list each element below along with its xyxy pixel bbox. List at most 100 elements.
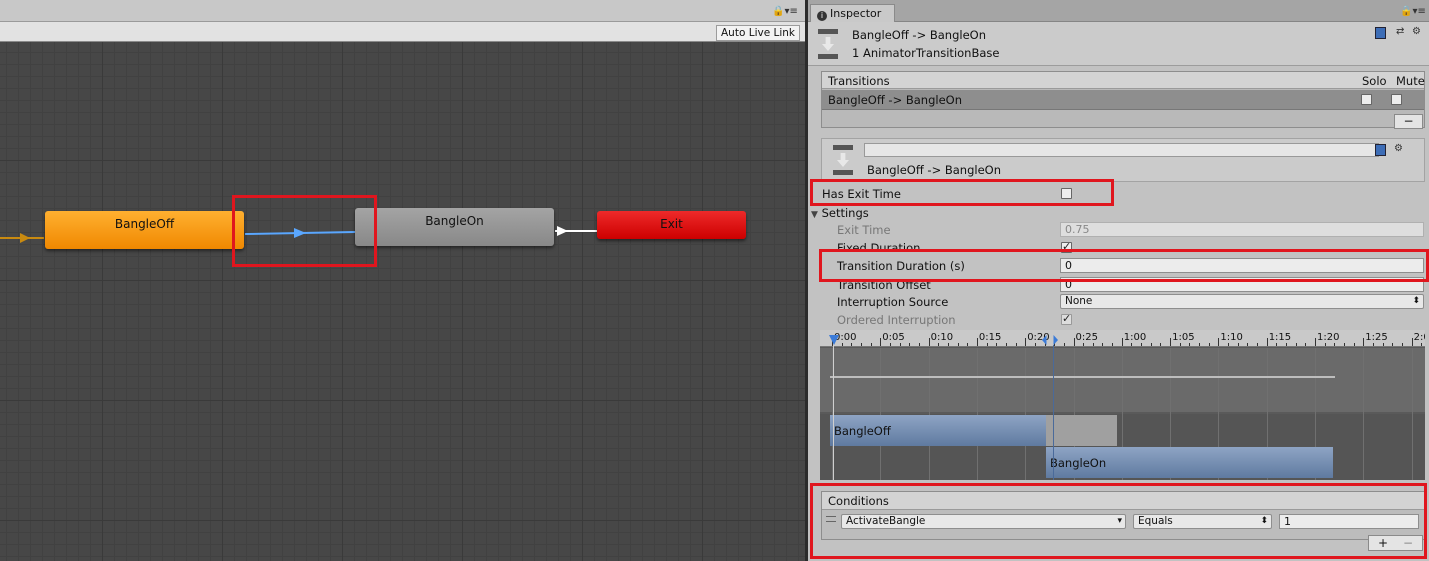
ruler-major-tick — [928, 338, 930, 346]
timeline-grid-line — [976, 348, 978, 480]
ruler-minor-tick — [851, 343, 853, 346]
timeline-grid-line — [880, 348, 882, 480]
interruption-source-dropdown[interactable]: None ⬍ — [1060, 294, 1424, 309]
lock-icon[interactable]: 🔒▾≡ — [1400, 6, 1426, 17]
ruler-minor-tick — [1237, 343, 1239, 346]
clip-bangle-on[interactable]: BangleOn — [1046, 447, 1333, 478]
ruler-major-tick — [1411, 338, 1413, 346]
ruler-tick-label: 0:15 — [978, 332, 1002, 343]
ruler-minor-tick — [860, 343, 862, 346]
ordered-interruption-label: Ordered Interruption — [837, 313, 956, 327]
interruption-source-label: Interruption Source — [837, 295, 949, 309]
ruler-major-tick — [1266, 338, 1268, 346]
ruler-tick-label: 1:25 — [1365, 332, 1388, 343]
ruler-tick-label: 0:25 — [1075, 332, 1098, 343]
ruler-major-tick — [1170, 338, 1172, 346]
highlight-box-has-exit-time — [810, 179, 1114, 206]
mute-checkbox[interactable] — [1391, 94, 1402, 105]
state-node-bangle-on[interactable]: BangleOn — [355, 208, 554, 246]
ruler-minor-tick — [1160, 343, 1162, 346]
ruler-major-tick — [1073, 338, 1075, 346]
playhead-line — [833, 345, 834, 480]
transition-timeline[interactable]: 0:00 0:05 0:10 0:15 0:20 0:25 1:00 1:05 1:10 1:15… — [820, 330, 1425, 480]
help-book-icon[interactable] — [1375, 27, 1386, 42]
transition-icon — [818, 29, 838, 59]
settings-label: Settings — [821, 206, 869, 220]
timeline-grid-line — [1411, 348, 1413, 480]
ruler-minor-tick — [1305, 343, 1307, 346]
exit-time-field[interactable]: 0.75 — [1060, 222, 1424, 237]
preset-icon[interactable]: ⇄ — [1396, 26, 1404, 37]
ruler-major-tick — [1363, 338, 1365, 346]
transition-subheader: ⚙ BangleOff -> BangleOn — [821, 138, 1425, 182]
ruler-major-tick — [1315, 338, 1316, 346]
ruler-minor-tick — [938, 343, 940, 346]
ruler-minor-tick — [957, 343, 959, 346]
timeline-ruler[interactable]: 0:00 0:05 0:10 0:15 0:20 0:25 1:00 1:05 1:10 1:15… — [820, 330, 1425, 347]
ruler-minor-tick — [1131, 343, 1133, 346]
state-label: Exit — [660, 217, 683, 231]
ruler-minor-tick — [1208, 343, 1210, 346]
state-node-bangle-off[interactable]: BangleOff — [45, 211, 244, 249]
ruler-minor-tick — [1063, 343, 1065, 346]
timeline-grid-line — [1025, 348, 1027, 480]
transition-icon — [833, 145, 853, 175]
clip-label: BangleOff — [834, 424, 891, 438]
exit-node[interactable]: Exit — [597, 211, 746, 239]
ruler-minor-tick — [1257, 343, 1259, 346]
highlight-box-conditions — [810, 483, 1427, 559]
ruler-minor-tick — [1334, 343, 1336, 346]
timeline-grid-line — [928, 348, 930, 480]
gear-icon[interactable]: ⚙ — [1412, 26, 1421, 37]
ruler-minor-tick — [947, 343, 949, 346]
timeline-grid-line — [1363, 348, 1365, 480]
remove-transition-button[interactable]: − — [1394, 114, 1423, 129]
tab-inspector[interactable]: i Inspector — [810, 4, 895, 22]
entry-arrow-icon — [20, 233, 30, 243]
settings-foldout[interactable]: ▼ Settings — [811, 206, 869, 220]
tab-label: Inspector — [830, 7, 882, 20]
updown-arrow-icon: ⬍ — [1412, 296, 1420, 306]
transition-marker-line — [1053, 345, 1054, 480]
help-book-icon[interactable] — [1375, 144, 1386, 159]
transitions-title: Transitions — [828, 74, 890, 88]
solo-checkbox[interactable] — [1361, 94, 1372, 105]
ruler-minor-tick — [918, 343, 920, 346]
transition-title: BangleOff -> BangleOn — [867, 163, 1002, 177]
ordered-interruption-checkbox[interactable] — [1061, 312, 1072, 325]
inspector-header: BangleOff -> BangleOn 1 AnimatorTransiti… — [808, 22, 1429, 66]
ruler-major-tick — [976, 338, 978, 346]
ruler-minor-tick — [996, 343, 998, 346]
ruler-minor-tick — [1034, 343, 1036, 346]
info-icon: i — [817, 11, 827, 21]
ruler-minor-tick — [1005, 343, 1007, 346]
ruler-minor-tick — [1324, 343, 1326, 346]
transition-row[interactable]: BangleOff -> BangleOn — [822, 90, 1424, 110]
ruler-minor-tick — [1092, 343, 1094, 346]
state-label: BangleOn — [425, 214, 484, 228]
ruler-major-tick — [880, 338, 882, 346]
ruler-tick-label: 0:10 — [930, 332, 954, 343]
ruler-tick-label: 2:0 — [1413, 332, 1425, 343]
transition-curve — [830, 376, 1335, 378]
ruler-major-tick — [1121, 338, 1123, 346]
ruler-minor-tick — [1083, 343, 1085, 346]
exit-time-row: Exit Time 0.75 — [808, 221, 1429, 239]
inspector-panel: i Inspector 🔒▾≡ BangleOff -> BangleOn 1 A… — [808, 0, 1429, 561]
ruler-tick-label: 0:05 — [882, 332, 905, 343]
ruler-minor-tick — [1421, 343, 1423, 346]
gear-icon[interactable]: ⚙ — [1394, 143, 1403, 154]
exit-arrow-icon — [557, 226, 568, 236]
ruler-major-tick — [1218, 338, 1220, 346]
animator-graph-panel: 🔒▾≡ Auto Live Link BangleOff BangleOn Ex… — [0, 0, 805, 561]
state-label: BangleOff — [114, 217, 175, 231]
ruler-minor-tick — [1189, 343, 1191, 346]
transition-links — [0, 226, 597, 243]
clip-bangle-off[interactable]: BangleOff — [830, 415, 1046, 446]
transition-row-label: BangleOff -> BangleOn — [828, 93, 963, 107]
transition-name-field[interactable] — [864, 143, 1379, 157]
solo-column-label: Solo — [1362, 74, 1387, 88]
ruler-minor-tick — [1276, 343, 1278, 346]
ruler-minor-tick — [1228, 343, 1230, 346]
ruler-minor-tick — [1372, 343, 1374, 346]
